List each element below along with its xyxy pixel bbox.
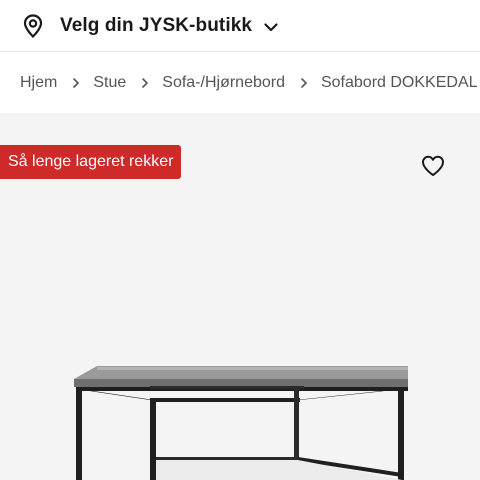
breadcrumb: Hjem Stue Sofa-/Hjørnebord Sofabord DOKK… xyxy=(0,53,480,113)
map-pin-icon xyxy=(22,13,44,38)
heart-icon[interactable] xyxy=(420,153,446,179)
chevron-right-icon xyxy=(69,76,83,90)
breadcrumb-item-hjem[interactable]: Hjem xyxy=(20,74,57,92)
breadcrumb-item-sofabord-category[interactable]: Sofa-/Hjørnebord xyxy=(162,74,285,92)
store-selector[interactable]: Velg din JYSK-butikk xyxy=(0,0,480,52)
chevron-right-icon xyxy=(297,76,311,90)
breadcrumb-item-current: Sofabord DOKKEDAL xyxy=(320,74,478,91)
store-selector-label: Velg din JYSK-butikk xyxy=(60,14,253,36)
breadcrumb-item-stue[interactable]: Stue xyxy=(93,74,126,92)
chevron-down-icon xyxy=(262,18,280,36)
chevron-right-icon xyxy=(138,76,152,90)
product-image-gallery[interactable]: Så lenge lageret rekker xyxy=(0,113,480,480)
promo-badge: Så lenge lageret rekker xyxy=(0,145,182,179)
